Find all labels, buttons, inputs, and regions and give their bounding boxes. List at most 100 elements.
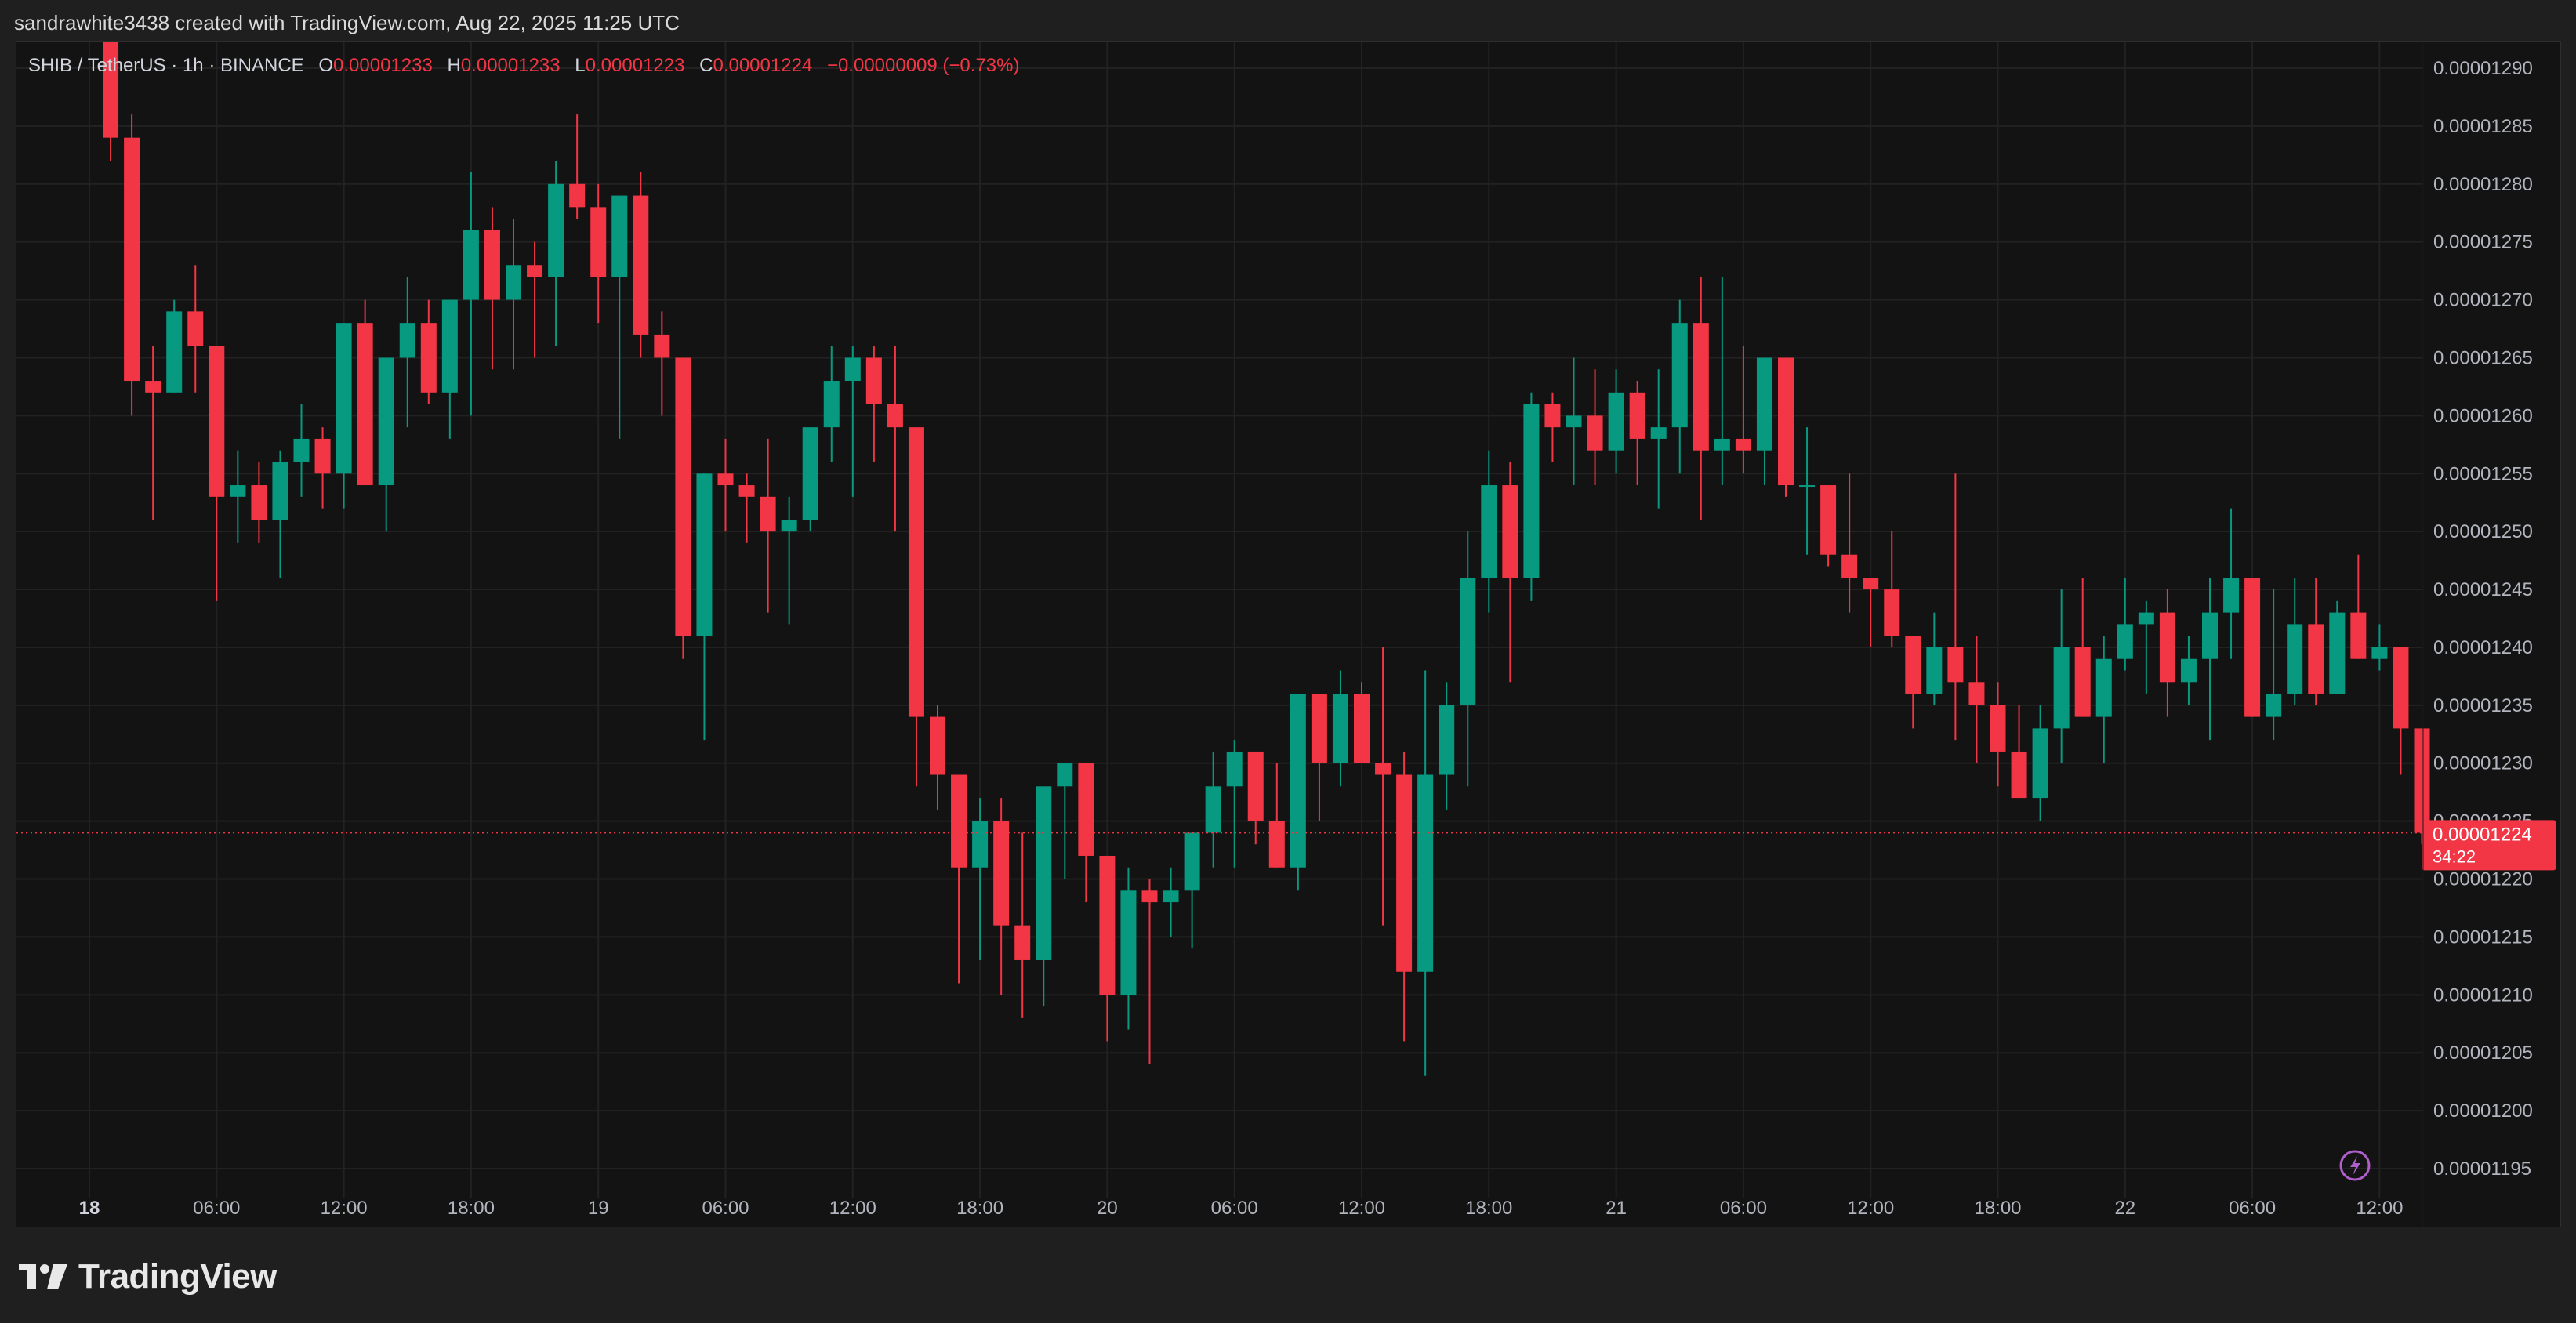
candle-body [1354,694,1370,763]
y-tick-label: 0.00001235 [2433,695,2533,716]
candle-body [887,404,903,428]
x-tick-label: 21 [1605,1198,1627,1219]
candle-body [1502,485,1518,578]
candle-body [399,323,415,358]
y-tick-label: 0.00001260 [2433,405,2533,426]
candle-body [802,427,818,520]
y-tick-label: 0.00001210 [2433,984,2533,1006]
y-tick-label: 0.00001275 [2433,232,2533,253]
candle-body [1163,890,1179,903]
y-tick-label: 0.00001285 [2433,116,2533,137]
candle-body [2308,624,2324,694]
candle-body [1799,485,1816,488]
candle-body [2159,612,2175,683]
candle-body [1332,694,1348,763]
y-tick-label: 0.00001220 [2433,869,2533,890]
candle-body [2371,647,2388,659]
candlestick-chart[interactable]: 0.00001290 0.00001285 0.00001280 0.00001275… [16,42,2560,1228]
candle-body [187,311,204,346]
candle-body [696,473,713,636]
candle-body [908,427,924,717]
candle-body [124,137,140,382]
candle-body [760,496,776,532]
attribution-text: sandrawhite3438 created with TradingView… [14,11,680,34]
candle-body [675,357,691,636]
x-tick-label: 12:00 [321,1198,368,1219]
candle-body [1650,427,1667,439]
x-tick-label: 06:00 [1720,1198,1767,1219]
candle-body [1311,694,1327,763]
candle-body [441,299,458,393]
y-tick-label: 0.00001255 [2433,463,2533,484]
candle-body [463,230,479,300]
candle-body [781,520,797,532]
candle-body [1523,404,1540,578]
candle-body [1290,694,1306,868]
candle-body [420,323,437,393]
candle-body [336,323,352,474]
candle-body [2244,578,2261,717]
candle-body [2287,624,2303,694]
candle-body [1481,485,1497,578]
candle-body [2202,612,2218,659]
x-tick-label: 12:00 [1338,1198,1385,1219]
y-tick-label: 0.00001230 [2433,753,2533,774]
candle-body [1756,357,1772,451]
candle-body [484,230,500,300]
candle-body [2266,694,2282,717]
candle-body [633,195,649,335]
ohlc-legend: SHIB / TetherUS · 1h · BINANCE O0.000012… [28,55,1019,77]
candle-body [993,821,1010,926]
candle-body [1778,357,1794,486]
candle-body [1884,589,1900,636]
legend-low-value: 0.00001223 [585,55,685,76]
candle-body [1714,438,1730,451]
candle-body [1120,890,1137,995]
candle-body [293,438,310,462]
candle-body [2414,728,2430,833]
lightning-icon-bolt [2350,1156,2360,1176]
candle-body [865,357,882,404]
candle-body [1841,554,1858,578]
candle-body [1587,415,1603,451]
y-tick-label: 0.00001270 [2433,290,2533,311]
candle-body [1566,415,1582,428]
candle-body [2329,612,2346,694]
candle-body [2074,647,2091,717]
candle-body [1990,705,2006,752]
chart-panel[interactable]: 0.00001290 0.00001285 0.00001280 0.00001275… [16,41,2561,1229]
candle-body [2095,658,2112,717]
y-tick-label: 0.00001250 [2433,521,2533,542]
legend-open-label: O [318,55,334,76]
y-tick-label: 0.00001200 [2433,1100,2533,1122]
candle-body [1439,705,1455,775]
candle-body [1735,438,1751,451]
candle-body [1099,855,1116,995]
candle-body [1671,323,1688,428]
price-badge-countdown: 34:22 [2433,846,2476,866]
x-tick-label: 12:00 [1847,1198,1894,1219]
candle-body [527,265,543,277]
candle-body [1184,832,1200,891]
tradingview-brand[interactable]: TradingView [19,1257,277,1296]
brand-name: TradingView [78,1257,277,1296]
candle-body [1968,682,1985,705]
candle-body [1544,404,1561,428]
y-tick-label: 0.00001240 [2433,637,2533,658]
candle-body [145,381,161,393]
candle-body [378,357,394,486]
candle-body [1078,763,1094,856]
x-tick-label: 06:00 [1211,1198,1258,1219]
candle-body [251,485,267,520]
x-tick-label: 12:00 [2356,1198,2403,1219]
candle-body [2223,578,2240,613]
x-tick-label: 22 [2114,1198,2135,1219]
x-tick-label: 12:00 [829,1198,876,1219]
legend-change-value: −0.00000009 (−0.73%) [826,55,1020,76]
legend-high-label: H [447,55,461,76]
candle-body [548,183,564,277]
x-tick-label: 18:00 [1465,1198,1512,1219]
candle-body [2011,751,2027,799]
x-tick-label: 06:00 [193,1198,240,1219]
candle-body [844,357,861,382]
